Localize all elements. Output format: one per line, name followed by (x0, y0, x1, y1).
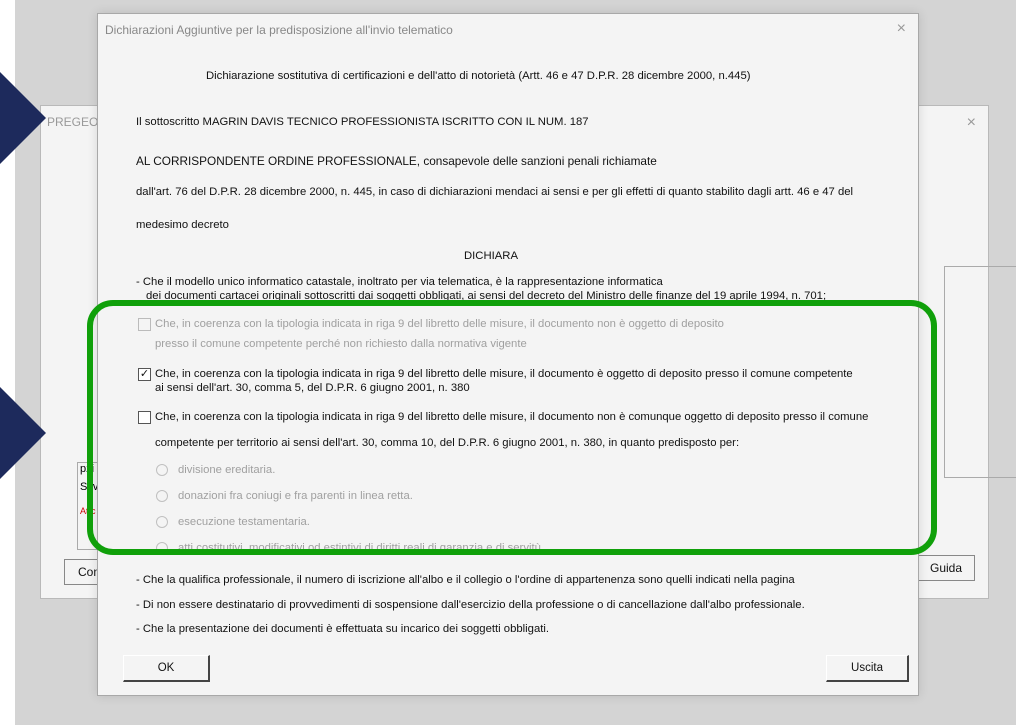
exit-button[interactable]: Uscita (826, 655, 909, 682)
art-line: dall'art. 76 del D.P.R. 28 dicembre 2000… (136, 186, 854, 198)
background-frame (944, 266, 1016, 478)
guide-button[interactable]: Guida (917, 555, 975, 581)
left-arrow-icon (0, 387, 46, 479)
declaration-heading: Dichiarazione sostitutiva di certificazi… (206, 70, 751, 82)
close-icon[interactable]: × (897, 20, 906, 38)
declares-heading: DICHIARA (464, 250, 518, 262)
left-arrow-icon (0, 72, 46, 164)
measures-line: - Di non essere destinatario di provvedi… (136, 599, 805, 611)
presentation-line: - Che la presentazione dei documenti è e… (136, 623, 550, 635)
dialog-title: Dichiarazioni Aggiuntive per la predispo… (105, 23, 453, 37)
order-line: AL CORRISPONDENTE ORDINE PROFESSIONALE, … (136, 154, 657, 168)
undersigned-line: Il sottoscritto MAGRIN DAVIS TECNICO PRO… (136, 116, 589, 128)
highlight-box (87, 300, 937, 555)
ok-button[interactable]: OK (123, 655, 210, 682)
model-line: - Che il modello unico informatico catas… (136, 276, 663, 288)
background-close-icon[interactable]: × (967, 114, 976, 132)
qualification-line: - Che la qualifica professionale, il num… (136, 574, 795, 586)
decree-line: medesimo decreto (136, 219, 229, 231)
